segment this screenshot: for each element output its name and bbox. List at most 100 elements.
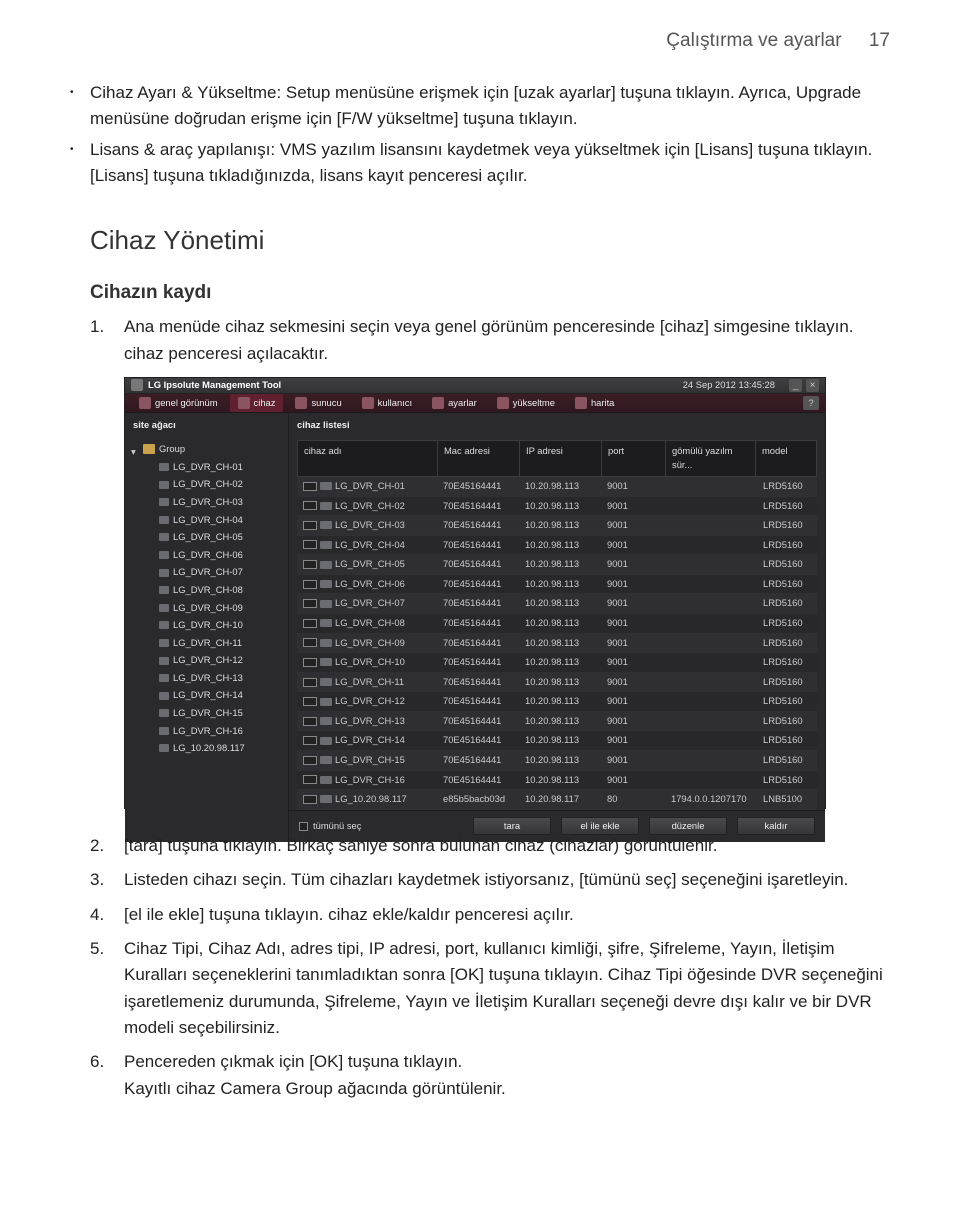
tab-settings[interactable]: ayarlar	[424, 394, 485, 413]
map-icon	[575, 397, 587, 409]
table-row[interactable]: LG_DVR_CH-1370E4516444110.20.98.1139001L…	[297, 712, 817, 732]
tab-map[interactable]: harita	[567, 394, 622, 413]
camera-icon	[320, 521, 332, 529]
checkbox-icon[interactable]	[303, 540, 317, 549]
checkbox-icon[interactable]	[303, 678, 317, 687]
table-row[interactable]: LG_DVR_CH-0170E4516444110.20.98.1139001L…	[297, 477, 817, 497]
camera-icon	[159, 604, 169, 612]
checkbox-icon[interactable]	[303, 658, 317, 667]
tree-item[interactable]: LG_DVR_CH-10	[131, 617, 282, 635]
checkbox-icon[interactable]	[303, 775, 317, 784]
checkbox-icon[interactable]	[303, 756, 317, 765]
select-all[interactable]: tümünü seç	[299, 819, 361, 834]
col-mac[interactable]: Mac adresi	[438, 441, 520, 476]
tree-item[interactable]: LG_DVR_CH-01	[131, 458, 282, 476]
tree-item[interactable]: LG_DVR_CH-11	[131, 634, 282, 652]
tab-overview[interactable]: genel görünüm	[131, 394, 226, 413]
checkbox-icon[interactable]	[303, 697, 317, 706]
checkbox-icon[interactable]	[303, 619, 317, 628]
screenshot: LG Ipsolute Management Tool 24 Sep 2012 …	[124, 377, 826, 809]
camera-icon	[320, 619, 332, 627]
chevron-down-icon: ▾	[131, 445, 139, 453]
col-model[interactable]: model	[756, 441, 816, 476]
minimize-button[interactable]: _	[789, 379, 802, 392]
tree-item[interactable]: LG_DVR_CH-04	[131, 511, 282, 529]
user-icon	[362, 397, 374, 409]
help-button[interactable]: ?	[803, 396, 819, 410]
col-fw[interactable]: gömülü yazılm sür...	[666, 441, 756, 476]
tree-item[interactable]: LG_DVR_CH-05	[131, 529, 282, 547]
page-header: Çalıştırma ve ayarlar 17	[90, 30, 890, 52]
table-row[interactable]: LG_DVR_CH-1270E4516444110.20.98.1139001L…	[297, 692, 817, 712]
camera-icon	[320, 756, 332, 764]
checkbox-icon[interactable]	[303, 560, 317, 569]
table-row[interactable]: LG_DVR_CH-0970E4516444110.20.98.1139001L…	[297, 634, 817, 654]
camera-icon	[159, 551, 169, 559]
table-row[interactable]: LG_DVR_CH-1670E4516444110.20.98.1139001L…	[297, 771, 817, 791]
tab-user[interactable]: kullanıcı	[354, 394, 420, 413]
tree-item[interactable]: LG_DVR_CH-09	[131, 599, 282, 617]
tree-item[interactable]: LG_DVR_CH-14	[131, 687, 282, 705]
tree-item[interactable]: LG_DVR_CH-15	[131, 704, 282, 722]
checkbox-icon[interactable]	[303, 521, 317, 530]
table-row[interactable]: LG_DVR_CH-0870E4516444110.20.98.1139001L…	[297, 614, 817, 634]
tree-group[interactable]: ▾ Group	[131, 442, 282, 457]
table-row[interactable]: LG_DVR_CH-1170E4516444110.20.98.1139001L…	[297, 673, 817, 693]
tab-upgrade[interactable]: yükseltme	[489, 394, 563, 413]
section-heading: Cihaz Yönetimi	[90, 225, 890, 256]
checkbox-icon[interactable]	[299, 822, 308, 831]
gear-icon	[432, 397, 444, 409]
folder-icon	[143, 444, 155, 454]
checkbox-icon[interactable]	[303, 482, 317, 491]
tab-device[interactable]: cihaz	[230, 394, 284, 413]
step-6: Pencereden çıkmak için [OK] tuşuna tıkla…	[90, 1049, 890, 1102]
table-row[interactable]: LG_DVR_CH-0670E4516444110.20.98.1139001L…	[297, 575, 817, 595]
table-row[interactable]: LG_10.20.98.117e85b5bacb03d10.20.98.1178…	[297, 790, 817, 810]
camera-icon	[159, 586, 169, 594]
step-1: Ana menüde cihaz sekmesini seçin veya ge…	[90, 314, 890, 809]
table-row[interactable]: LG_DVR_CH-0570E4516444110.20.98.1139001L…	[297, 555, 817, 575]
tree-item[interactable]: LG_DVR_CH-07	[131, 564, 282, 582]
camera-icon	[159, 692, 169, 700]
tree-item[interactable]: LG_DVR_CH-06	[131, 546, 282, 564]
tree-item[interactable]: LG_DVR_CH-08	[131, 581, 282, 599]
table-row[interactable]: LG_DVR_CH-1070E4516444110.20.98.1139001L…	[297, 653, 817, 673]
col-port[interactable]: port	[602, 441, 666, 476]
camera-icon	[159, 463, 169, 471]
camera-icon	[159, 657, 169, 665]
col-ip[interactable]: IP adresi	[520, 441, 602, 476]
table-row[interactable]: LG_DVR_CH-0270E4516444110.20.98.1139001L…	[297, 497, 817, 517]
table-row[interactable]: LG_DVR_CH-1470E4516444110.20.98.1139001L…	[297, 731, 817, 751]
tab-server[interactable]: sunucu	[287, 394, 349, 413]
close-button[interactable]: ×	[806, 379, 819, 392]
col-name[interactable]: cihaz adı	[298, 441, 438, 476]
checkbox-icon[interactable]	[303, 638, 317, 647]
table-row[interactable]: LG_DVR_CH-0370E4516444110.20.98.1139001L…	[297, 516, 817, 536]
camera-icon	[320, 561, 332, 569]
tree-item[interactable]: LG_DVR_CH-16	[131, 722, 282, 740]
bullet-item: Cihaz Ayarı & Yükseltme: Setup menüsüne …	[52, 80, 890, 133]
steps-list: Ana menüde cihaz sekmesini seçin veya ge…	[90, 314, 890, 1102]
table-row[interactable]: LG_DVR_CH-0770E4516444110.20.98.1139001L…	[297, 594, 817, 614]
app-icon	[131, 379, 143, 391]
camera-icon	[320, 776, 332, 784]
camera-icon	[320, 482, 332, 490]
table-row[interactable]: LG_DVR_CH-0470E4516444110.20.98.1139001L…	[297, 536, 817, 556]
checkbox-icon[interactable]	[303, 501, 317, 510]
tree-item[interactable]: LG_DVR_CH-12	[131, 652, 282, 670]
checkbox-icon[interactable]	[303, 795, 317, 804]
device-panel: cihaz listesi cihaz adı Mac adresi IP ad…	[289, 413, 825, 842]
overview-icon	[139, 397, 151, 409]
checkbox-icon[interactable]	[303, 736, 317, 745]
tree-item[interactable]: LG_DVR_CH-02	[131, 476, 282, 494]
table-row[interactable]: LG_DVR_CH-1570E4516444110.20.98.1139001L…	[297, 751, 817, 771]
tree-item[interactable]: LG_DVR_CH-13	[131, 669, 282, 687]
checkbox-icon[interactable]	[303, 580, 317, 589]
camera-icon	[320, 658, 332, 666]
checkbox-icon[interactable]	[303, 599, 317, 608]
tree-item[interactable]: LG_DVR_CH-03	[131, 494, 282, 512]
site-tree-panel: site ağacı ▾ Group LG_DVR_CH-01LG_DVR_CH…	[125, 413, 289, 842]
toolbar: genel görünüm cihaz sunucu kullanıcı aya…	[125, 394, 825, 414]
tree-item[interactable]: LG_10.20.98.117	[131, 740, 282, 758]
checkbox-icon[interactable]	[303, 717, 317, 726]
